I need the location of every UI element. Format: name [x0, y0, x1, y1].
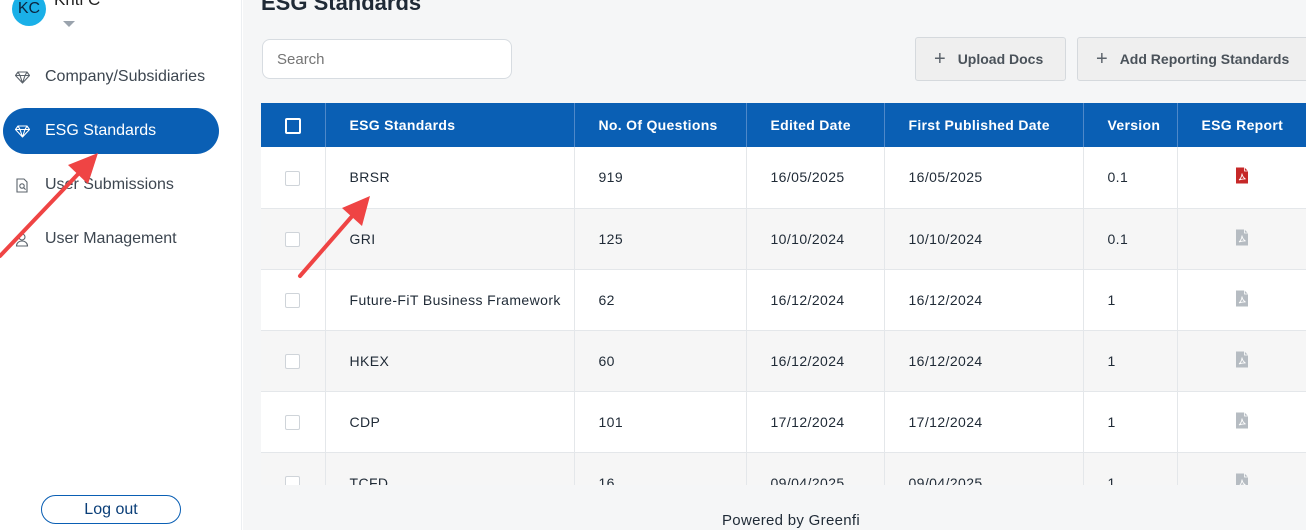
- pdf-file-icon: [1235, 412, 1249, 432]
- table-cell-published: 16/12/2024: [884, 269, 1084, 331]
- table-cell-version: 1: [1083, 452, 1178, 485]
- sidebar-nav: Company/Subsidiaries ESG Standards User …: [0, 54, 242, 270]
- table-cell-published: 16/05/2025: [884, 147, 1084, 209]
- table-cell-report: [1177, 208, 1306, 270]
- table-cell-name: Future-FiT Business Framework: [325, 269, 575, 331]
- pdf-file-icon: [1235, 290, 1249, 310]
- row-select-cell: [261, 330, 326, 392]
- table-cell-version: 1: [1083, 269, 1178, 331]
- chevron-down-icon[interactable]: [63, 21, 75, 27]
- table-cell-edited: 09/04/2025: [746, 452, 885, 485]
- pdf-file-icon: [1235, 473, 1249, 485]
- table-cell-name: TCFD: [325, 452, 575, 485]
- page-title: ESG Standards: [261, 0, 422, 15]
- column-header[interactable]: First Published Date: [884, 103, 1084, 147]
- sidebar-item-label: User Submissions: [45, 176, 174, 193]
- table-row[interactable]: GRI 125 10/10/2024 10/10/2024 0.1: [261, 208, 1306, 270]
- column-header[interactable]: Version: [1083, 103, 1178, 147]
- user-name: Kriti C: [54, 0, 100, 10]
- user-icon: [12, 229, 32, 249]
- row-checkbox[interactable]: [285, 292, 301, 308]
- table-row[interactable]: Future-FiT Business Framework 62 16/12/202…: [261, 269, 1306, 331]
- pdf-file-icon: [1235, 229, 1249, 249]
- table-cell-edited: 16/05/2025: [746, 147, 885, 209]
- avatar[interactable]: KC: [12, 0, 46, 26]
- sidebar: KC Kriti C Company/Subsidiaries ESG Stan…: [0, 0, 242, 530]
- table-cell-edited: 16/12/2024: [746, 269, 885, 331]
- table-cell-published: 16/12/2024: [884, 330, 1084, 392]
- sidebar-item-user-management[interactable]: User Management: [0, 216, 242, 262]
- table-cell-name: CDP: [325, 391, 575, 453]
- table-cell-version: 0.1: [1083, 147, 1178, 209]
- logout-button[interactable]: Log out: [41, 495, 181, 524]
- table-cell-published: 17/12/2024: [884, 391, 1084, 453]
- sidebar-item-esg-standards[interactable]: ESG Standards: [3, 108, 219, 154]
- table-cell-name: BRSR: [325, 147, 575, 209]
- table-cell-name: GRI: [325, 208, 575, 270]
- sidebar-item-label: Company/Subsidiaries: [45, 68, 206, 85]
- table-cell-edited: 10/10/2024: [746, 208, 885, 270]
- table-cell-questions: 62: [574, 269, 747, 331]
- table-cell-report: [1177, 391, 1306, 453]
- table-cell-name: HKEX: [325, 330, 575, 392]
- main-content: ESG Standards + Upload Docs + Add Report…: [243, 0, 1306, 530]
- row-select-cell: [261, 452, 326, 485]
- search-input[interactable]: [262, 39, 512, 79]
- table-cell-questions: 60: [574, 330, 747, 392]
- select-all-cell: [261, 103, 326, 147]
- column-header[interactable]: Edited Date: [746, 103, 885, 147]
- column-header[interactable]: ESG Report: [1177, 103, 1306, 147]
- select-all-checkbox[interactable]: [284, 117, 301, 134]
- column-header[interactable]: No. Of Questions: [574, 103, 747, 147]
- plus-icon: +: [934, 47, 946, 70]
- table-cell-questions: 125: [574, 208, 747, 270]
- sidebar-item-label: User Management: [45, 230, 177, 247]
- upload-docs-button[interactable]: + Upload Docs: [915, 37, 1066, 81]
- sidebar-item-label: ESG Standards: [45, 122, 157, 139]
- esg-standards-table: ESG Standards No. Of Questions Edited Da…: [261, 103, 1306, 485]
- table-cell-report: [1177, 269, 1306, 331]
- user-profile[interactable]: KC Kriti C: [12, 0, 100, 34]
- table-cell-published: 09/04/2025: [884, 452, 1084, 485]
- row-checkbox[interactable]: [285, 231, 301, 247]
- pdf-file-icon: [1235, 351, 1249, 371]
- table-cell-edited: 17/12/2024: [746, 391, 885, 453]
- diamond-icon: [12, 121, 32, 141]
- add-reporting-standards-button[interactable]: + Add Reporting Standards: [1077, 37, 1306, 81]
- table-cell-report: [1177, 330, 1306, 392]
- table-row[interactable]: TCFD 16 09/04/2025 09/04/2025 1: [261, 452, 1306, 485]
- column-header[interactable]: ESG Standards: [325, 103, 575, 147]
- document-search-icon: [12, 175, 32, 195]
- table-header-row: ESG Standards No. Of Questions Edited Da…: [261, 103, 1306, 147]
- row-checkbox[interactable]: [285, 353, 301, 369]
- row-checkbox[interactable]: [285, 475, 301, 485]
- add-reporting-standards-label: Add Reporting Standards: [1119, 51, 1290, 67]
- row-select-cell: [261, 269, 326, 331]
- table-cell-questions: 16: [574, 452, 747, 485]
- sidebar-item-user-submissions[interactable]: User Submissions: [0, 162, 242, 208]
- diamond-icon: [12, 67, 32, 87]
- upload-docs-label: Upload Docs: [957, 51, 1044, 67]
- table-cell-version: 1: [1083, 391, 1178, 453]
- table-row[interactable]: CDP 101 17/12/2024 17/12/2024 1: [261, 391, 1306, 453]
- table-cell-published: 10/10/2024: [884, 208, 1084, 270]
- table-cell-edited: 16/12/2024: [746, 330, 885, 392]
- row-select-cell: [261, 147, 326, 209]
- table-row[interactable]: HKEX 60 16/12/2024 16/12/2024 1: [261, 330, 1306, 392]
- table-row[interactable]: BRSR 919 16/05/2025 16/05/2025 0.1: [261, 147, 1306, 209]
- table-cell-questions: 101: [574, 391, 747, 453]
- table-cell-version: 0.1: [1083, 208, 1178, 270]
- footer-powered-by: Powered by Greenfi: [722, 512, 860, 529]
- row-checkbox[interactable]: [285, 170, 301, 186]
- plus-icon: +: [1096, 47, 1108, 70]
- pdf-file-icon[interactable]: [1235, 167, 1249, 187]
- table-cell-questions: 919: [574, 147, 747, 209]
- table-cell-version: 1: [1083, 330, 1178, 392]
- table-cell-report: [1177, 452, 1306, 485]
- row-select-cell: [261, 208, 326, 270]
- row-select-cell: [261, 391, 326, 453]
- sidebar-item-company-subsidiaries[interactable]: Company/Subsidiaries: [0, 54, 242, 100]
- row-checkbox[interactable]: [285, 414, 301, 430]
- table-cell-report: [1177, 147, 1306, 209]
